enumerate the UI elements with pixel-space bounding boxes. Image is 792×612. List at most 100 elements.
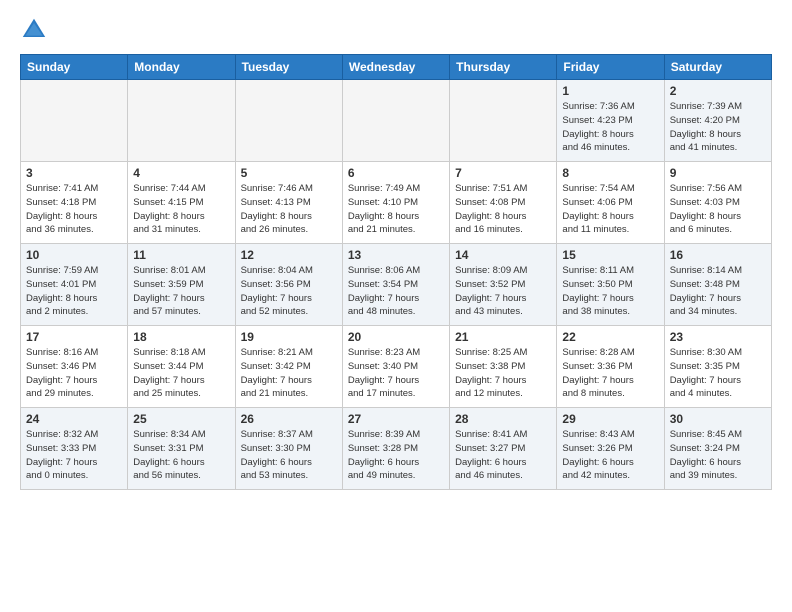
calendar-cell: 27Sunrise: 8:39 AM Sunset: 3:28 PM Dayli… — [342, 408, 449, 490]
calendar-cell: 5Sunrise: 7:46 AM Sunset: 4:13 PM Daylig… — [235, 162, 342, 244]
page: SundayMondayTuesdayWednesdayThursdayFrid… — [0, 0, 792, 500]
calendar-cell: 6 Sunrise: 7:49 AM Sunset: 4:10 PM Daylig… — [342, 162, 449, 244]
calendar-cell — [128, 80, 235, 162]
day-info: Sunrise: 8:39 AM Sunset: 3:28 PM Dayligh… — [348, 428, 444, 483]
calendar-week-row: 1 Sunrise: 7:36 AM Sunset: 4:23 PM Daylig… — [21, 80, 772, 162]
weekday-header: Sunday — [21, 55, 128, 80]
day-info: Sunrise: 7:44 AM Sunset: 4:15 PM Dayligh… — [133, 182, 229, 237]
calendar-cell: 28 Sunrise: 8:41 AM Sunset: 3:27 PM Dayli… — [450, 408, 557, 490]
day-info: Sunrise: 8:18 AM Sunset: 3:44 PM Dayligh… — [133, 346, 229, 401]
day-info: Sunrise: 8:14 AM Sunset: 3:48 PM Dayligh… — [670, 264, 766, 319]
day-number: 10 — [26, 248, 122, 262]
calendar-week-row: 24 Sunrise: 8:32 AM Sunset: 3:33 PM Dayli… — [21, 408, 772, 490]
calendar-cell: 16 Sunrise: 8:14 AM Sunset: 3:48 PM Dayli… — [664, 244, 771, 326]
calendar-cell: 18 Sunrise: 8:18 AM Sunset: 3:44 PM Dayli… — [128, 326, 235, 408]
calendar-cell: 17Sunrise: 8:16 AM Sunset: 3:46 PM Dayli… — [21, 326, 128, 408]
calendar-cell: 22 Sunrise: 8:28 AM Sunset: 3:36 PM Dayli… — [557, 326, 664, 408]
day-info: Sunrise: 8:30 AM Sunset: 3:35 PM Dayligh… — [670, 346, 766, 401]
calendar-cell: 23 Sunrise: 8:30 AM Sunset: 3:35 PM Dayli… — [664, 326, 771, 408]
day-info: Sunrise: 8:34 AM Sunset: 3:31 PM Dayligh… — [133, 428, 229, 483]
calendar-cell: 30 Sunrise: 8:45 AM Sunset: 3:24 PM Dayli… — [664, 408, 771, 490]
day-number: 15 — [562, 248, 658, 262]
day-number: 9 — [670, 166, 766, 180]
day-number: 18 — [133, 330, 229, 344]
calendar-week-row: 10 Sunrise: 7:59 AM Sunset: 4:01 PM Dayli… — [21, 244, 772, 326]
weekday-header: Monday — [128, 55, 235, 80]
calendar-cell: 15 Sunrise: 8:11 AM Sunset: 3:50 PM Dayli… — [557, 244, 664, 326]
day-info: Sunrise: 8:09 AM Sunset: 3:52 PM Dayligh… — [455, 264, 551, 319]
day-number: 13 — [348, 248, 444, 262]
weekday-header: Thursday — [450, 55, 557, 80]
day-info: Sunrise: 7:59 AM Sunset: 4:01 PM Dayligh… — [26, 264, 122, 319]
weekday-header: Wednesday — [342, 55, 449, 80]
day-number: 28 — [455, 412, 551, 426]
day-info: Sunrise: 7:36 AM Sunset: 4:23 PM Dayligh… — [562, 100, 658, 155]
day-number: 12 — [241, 248, 337, 262]
day-number: 19 — [241, 330, 337, 344]
calendar-week-row: 17Sunrise: 8:16 AM Sunset: 3:46 PM Dayli… — [21, 326, 772, 408]
calendar-cell: 29 Sunrise: 8:43 AM Sunset: 3:26 PM Dayli… — [557, 408, 664, 490]
calendar-cell: 25Sunrise: 8:34 AM Sunset: 3:31 PM Dayli… — [128, 408, 235, 490]
day-number: 16 — [670, 248, 766, 262]
day-number: 1 — [562, 84, 658, 98]
calendar-week-row: 3Sunrise: 7:41 AM Sunset: 4:18 PM Daylig… — [21, 162, 772, 244]
logo-icon — [20, 16, 48, 44]
day-info: Sunrise: 8:28 AM Sunset: 3:36 PM Dayligh… — [562, 346, 658, 401]
calendar-cell: 14Sunrise: 8:09 AM Sunset: 3:52 PM Dayli… — [450, 244, 557, 326]
header — [20, 16, 772, 44]
day-number: 30 — [670, 412, 766, 426]
weekday-header: Saturday — [664, 55, 771, 80]
calendar-cell: 1 Sunrise: 7:36 AM Sunset: 4:23 PM Daylig… — [557, 80, 664, 162]
day-info: Sunrise: 8:25 AM Sunset: 3:38 PM Dayligh… — [455, 346, 551, 401]
weekday-header: Tuesday — [235, 55, 342, 80]
day-info: Sunrise: 8:43 AM Sunset: 3:26 PM Dayligh… — [562, 428, 658, 483]
calendar-cell: 26 Sunrise: 8:37 AM Sunset: 3:30 PM Dayli… — [235, 408, 342, 490]
calendar-cell: 2 Sunrise: 7:39 AM Sunset: 4:20 PM Daylig… — [664, 80, 771, 162]
calendar-cell: 21 Sunrise: 8:25 AM Sunset: 3:38 PM Dayli… — [450, 326, 557, 408]
calendar-header-row: SundayMondayTuesdayWednesdayThursdayFrid… — [21, 55, 772, 80]
day-number: 29 — [562, 412, 658, 426]
day-number: 8 — [562, 166, 658, 180]
day-number: 6 — [348, 166, 444, 180]
logo — [20, 16, 52, 44]
calendar-cell: 13 Sunrise: 8:06 AM Sunset: 3:54 PM Dayli… — [342, 244, 449, 326]
day-info: Sunrise: 7:54 AM Sunset: 4:06 PM Dayligh… — [562, 182, 658, 237]
day-number: 2 — [670, 84, 766, 98]
day-number: 22 — [562, 330, 658, 344]
day-info: Sunrise: 8:21 AM Sunset: 3:42 PM Dayligh… — [241, 346, 337, 401]
day-info: Sunrise: 8:06 AM Sunset: 3:54 PM Dayligh… — [348, 264, 444, 319]
calendar-cell — [342, 80, 449, 162]
day-info: Sunrise: 7:49 AM Sunset: 4:10 PM Dayligh… — [348, 182, 444, 237]
day-info: Sunrise: 8:04 AM Sunset: 3:56 PM Dayligh… — [241, 264, 337, 319]
calendar-table: SundayMondayTuesdayWednesdayThursdayFrid… — [20, 54, 772, 490]
calendar-cell: 9Sunrise: 7:56 AM Sunset: 4:03 PM Daylig… — [664, 162, 771, 244]
day-info: Sunrise: 7:51 AM Sunset: 4:08 PM Dayligh… — [455, 182, 551, 237]
day-info: Sunrise: 7:39 AM Sunset: 4:20 PM Dayligh… — [670, 100, 766, 155]
day-number: 11 — [133, 248, 229, 262]
calendar-cell — [21, 80, 128, 162]
day-number: 17 — [26, 330, 122, 344]
day-info: Sunrise: 8:32 AM Sunset: 3:33 PM Dayligh… — [26, 428, 122, 483]
day-info: Sunrise: 8:41 AM Sunset: 3:27 PM Dayligh… — [455, 428, 551, 483]
day-info: Sunrise: 8:37 AM Sunset: 3:30 PM Dayligh… — [241, 428, 337, 483]
day-number: 26 — [241, 412, 337, 426]
day-number: 20 — [348, 330, 444, 344]
calendar-cell: 10 Sunrise: 7:59 AM Sunset: 4:01 PM Dayli… — [21, 244, 128, 326]
day-number: 4 — [133, 166, 229, 180]
calendar-cell: 12 Sunrise: 8:04 AM Sunset: 3:56 PM Dayli… — [235, 244, 342, 326]
calendar-cell: 24 Sunrise: 8:32 AM Sunset: 3:33 PM Dayli… — [21, 408, 128, 490]
calendar-cell — [450, 80, 557, 162]
day-info: Sunrise: 8:11 AM Sunset: 3:50 PM Dayligh… — [562, 264, 658, 319]
weekday-header: Friday — [557, 55, 664, 80]
calendar-cell: 11Sunrise: 8:01 AM Sunset: 3:59 PM Dayli… — [128, 244, 235, 326]
day-number: 7 — [455, 166, 551, 180]
calendar-cell: 8 Sunrise: 7:54 AM Sunset: 4:06 PM Daylig… — [557, 162, 664, 244]
day-number: 24 — [26, 412, 122, 426]
calendar-cell: 7 Sunrise: 7:51 AM Sunset: 4:08 PM Daylig… — [450, 162, 557, 244]
calendar-cell: 19 Sunrise: 8:21 AM Sunset: 3:42 PM Dayli… — [235, 326, 342, 408]
calendar-cell — [235, 80, 342, 162]
day-number: 21 — [455, 330, 551, 344]
calendar-cell: 20Sunrise: 8:23 AM Sunset: 3:40 PM Dayli… — [342, 326, 449, 408]
day-number: 23 — [670, 330, 766, 344]
day-info: Sunrise: 8:45 AM Sunset: 3:24 PM Dayligh… — [670, 428, 766, 483]
